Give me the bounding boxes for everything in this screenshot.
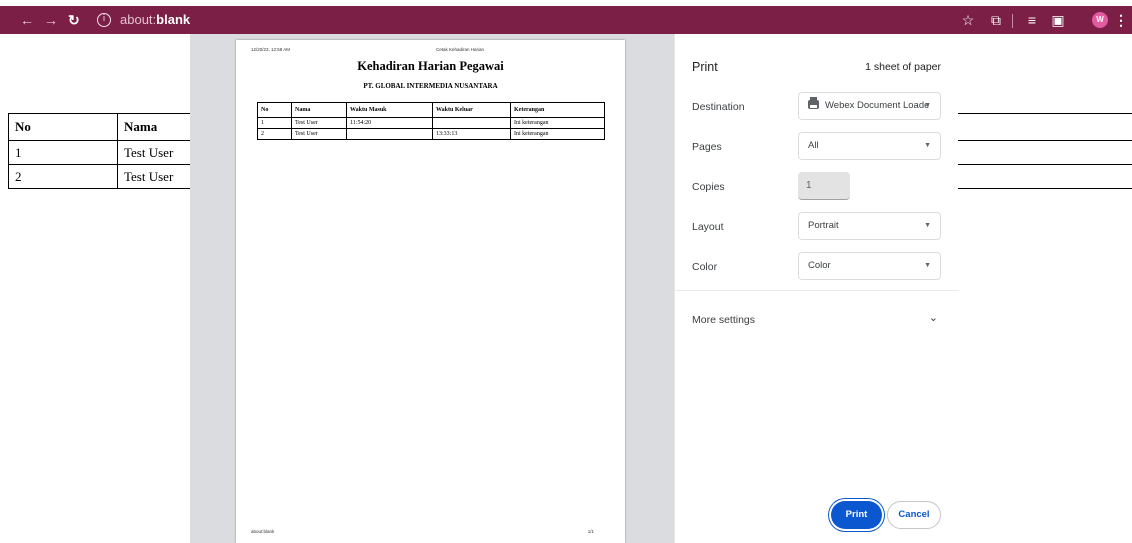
menu-kebab-icon[interactable]: ⋮ [1114,6,1128,34]
preview-title: Kehadiran Harian Pegawai [357,59,504,73]
preview-cell: 1 [257,117,292,129]
table-header-cell: Nama [117,113,198,141]
bookmark-star-icon[interactable]: ☆ [960,6,976,34]
pages-select[interactable]: All ▼ [798,132,941,160]
table-cell: Test User [117,164,198,189]
toolbar-divider [1012,14,1013,28]
site-info-icon[interactable]: i [97,13,111,27]
profile-avatar[interactable]: W [1092,12,1108,28]
pages-label: Pages [692,141,722,153]
url-scheme: about: [120,12,157,27]
forward-arrow-icon[interactable]: → [44,6,58,34]
preview-footer-page: 1/1 [587,529,594,534]
color-label: Color [692,261,718,273]
preview-cell: Test User [291,117,347,129]
cancel-button[interactable]: Cancel [887,501,941,529]
reading-list-icon[interactable]: ≡ [1024,6,1040,34]
preview-cell: Test User [291,128,347,140]
table-cell: 2 [8,164,118,189]
preview-table-row: 2 Test User 13:33:13 Ini keterangan [257,128,605,140]
preview-header-cell: Waktu Keluar [432,102,511,118]
table-header-cell: No [8,113,118,141]
table-cell: 1 [8,140,118,165]
pages-value: All [808,140,819,151]
preview-cell: Ini keterangan [510,117,605,129]
preview-table: No Nama Waktu Masuk Waktu Keluar Keteran… [257,102,605,140]
preview-subtitle: PT. GLOBAL INTERMEDIA NUSANTARA [363,82,498,90]
preview-cell: 13:33:13 [432,128,511,140]
attendance-table-background: No Nama 1 Test User 2 Test User [8,113,198,189]
extensions-icon[interactable]: ⧉ [988,6,1004,34]
table-cell: Test User [117,140,198,165]
preview-header-cell: No [257,102,292,118]
side-panel-icon[interactable]: ▣ [1050,6,1066,34]
dropdown-arrow-icon: ▼ [924,222,931,229]
preview-footer-url: about:blank [251,529,275,534]
preview-cell: 2 [257,128,292,140]
copies-input[interactable]: 1 [798,172,850,200]
layout-select[interactable]: Portrait ▼ [798,212,941,240]
back-arrow-icon[interactable]: ← [20,6,34,34]
preview-header-cell: Keterangan [510,102,605,118]
print-settings-panel: Print 1 sheet of paper Destination Webex… [674,34,959,543]
preview-table-row: 1 Test User 11:54:20 Ini keterangan [257,117,605,129]
destination-label: Destination [692,101,745,113]
print-dialog-title: Print [692,60,718,74]
color-value: Color [808,260,831,271]
dropdown-arrow-icon: ▼ [924,262,931,269]
preview-table-header-row: No Nama Waktu Masuk Waktu Keluar Keteran… [257,102,605,118]
preview-header-date: 12/20/23, 12:58 AM [251,47,291,52]
destination-select[interactable]: Webex Document Loade ▼ [798,92,941,120]
chevron-down-icon[interactable]: ⌄ [929,311,938,324]
preview-page: 12/20/23, 12:58 AM Cetak Kehadiran Haria… [236,40,625,543]
browser-toolbar: ← → ↻ i about:blank ☆ ⧉ ≡ ▣ W ⋮ [0,6,1132,34]
preview-header-cell: Nama [291,102,347,118]
print-preview-area: 12/20/23, 12:58 AM Cetak Kehadiran Haria… [190,34,674,543]
settings-divider [675,290,959,291]
preview-cell: 11:54:20 [346,117,433,129]
print-button[interactable]: Print [831,501,882,529]
preview-header-title: Cetak Kehadiran Harian [436,47,485,52]
preview-cell: Ini keterangan [510,128,605,140]
dropdown-arrow-icon: ▼ [924,102,931,109]
sheet-count: 1 sheet of paper [865,61,941,73]
address-bar[interactable]: about:blank [120,6,190,34]
copies-label: Copies [692,181,725,193]
layout-label: Layout [692,221,724,233]
destination-value: Webex Document Loade [825,100,930,111]
color-select[interactable]: Color ▼ [798,252,941,280]
reload-icon[interactable]: ↻ [68,6,80,34]
dropdown-arrow-icon: ▼ [924,142,931,149]
printer-icon [808,97,819,109]
preview-header-cell: Waktu Masuk [346,102,433,118]
table-header-row: No Nama [8,113,198,141]
more-settings-toggle[interactable]: More settings [692,314,755,326]
layout-value: Portrait [808,220,839,231]
table-row: 1 Test User [8,140,198,165]
preview-cell [346,128,433,140]
preview-cell [432,117,511,129]
url-host: blank [156,12,191,27]
table-row: 2 Test User [8,164,198,189]
